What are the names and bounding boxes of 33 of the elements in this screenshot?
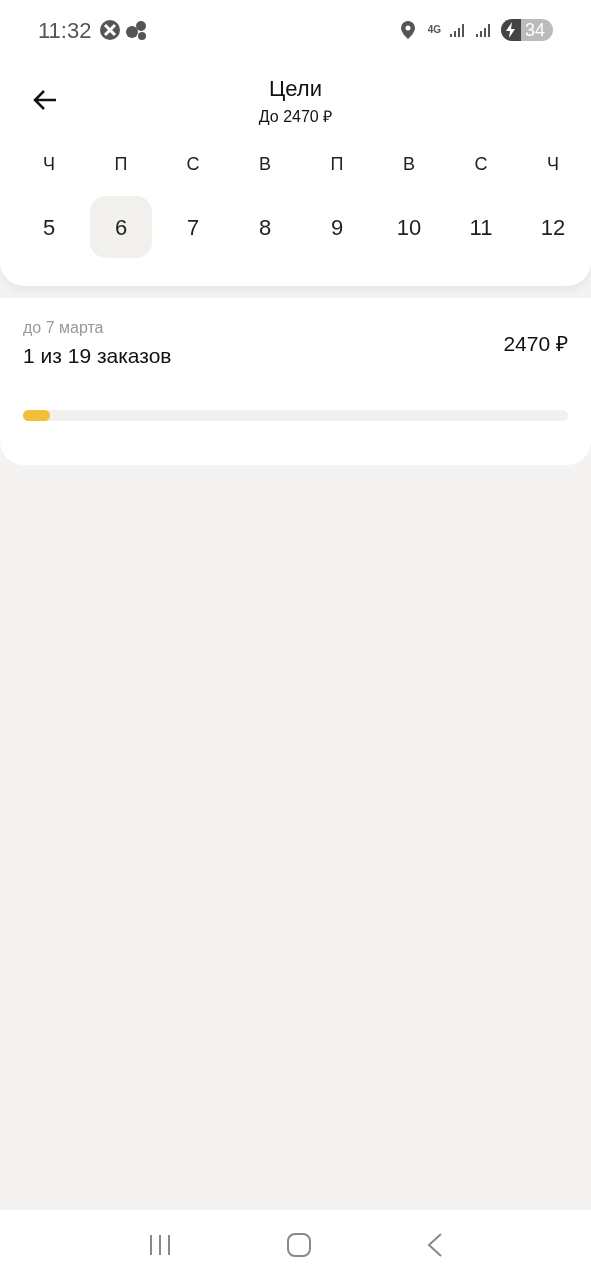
date-button[interactable]: 6: [90, 196, 152, 258]
date-button[interactable]: 9: [306, 196, 368, 258]
recent-apps-icon[interactable]: [147, 1233, 172, 1257]
home-icon[interactable]: [287, 1233, 312, 1257]
date-button[interactable]: 11: [450, 196, 512, 258]
page-title: Цели: [269, 75, 322, 103]
date-button[interactable]: 10: [378, 196, 440, 258]
status-time: 11:32: [38, 16, 92, 45]
signal-icon: [448, 21, 467, 39]
weekday-label: В: [259, 152, 271, 176]
network-type: 4G: [427, 25, 441, 35]
date-button[interactable]: 12: [522, 196, 584, 258]
charging-bolt-icon: [500, 19, 521, 41]
signal-icon: [474, 21, 493, 39]
weekday-label: Ч: [547, 152, 559, 176]
goal-progress-text: 1 из 19 заказов: [23, 343, 172, 369]
weekday-label: П: [330, 152, 344, 176]
goal-deadline: до 7 марта: [23, 318, 105, 338]
weekday-label: С: [474, 152, 488, 176]
back-icon[interactable]: [427, 1233, 444, 1257]
date-button[interactable]: 5: [18, 196, 80, 258]
app-notification-icon: [99, 19, 122, 41]
weekday-label: С: [186, 152, 200, 176]
date-button[interactable]: 8: [234, 196, 296, 258]
date-button[interactable]: 7: [162, 196, 224, 258]
weekday-label: П: [114, 152, 128, 176]
weekday-label: Ч: [43, 152, 55, 176]
page-subtitle: До 2470 ₽: [258, 107, 333, 127]
weekday-label: В: [403, 152, 415, 176]
battery-indicator: 34: [500, 19, 553, 41]
goal-amount: 2470 ₽: [503, 331, 568, 357]
location-icon: [399, 20, 416, 40]
dots-icon: [125, 19, 148, 41]
